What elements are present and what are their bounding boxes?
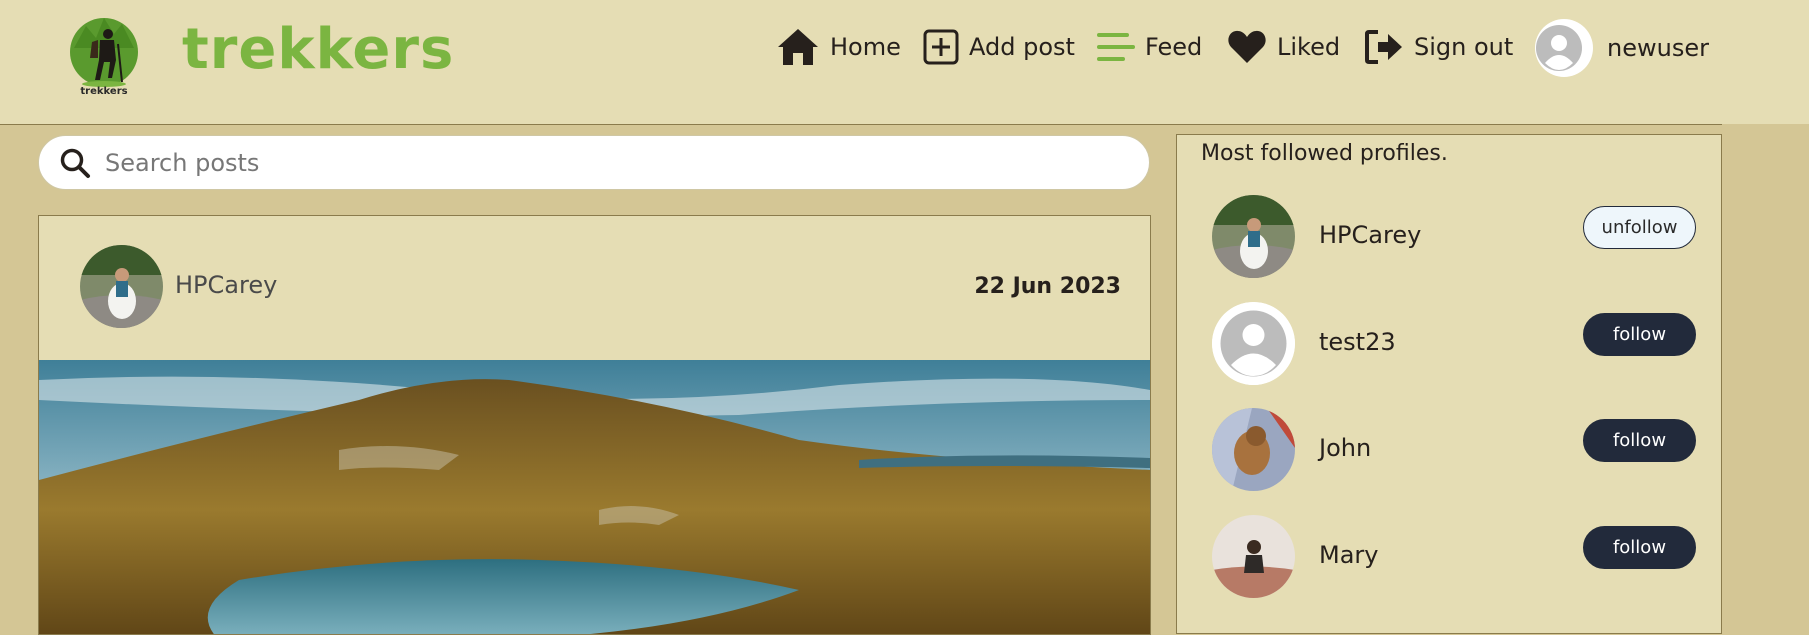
heart-icon [1228,30,1266,63]
profile-photo [1212,408,1295,491]
most-followed-sidebar: Most followed profiles. HPCarey unfollow [1176,134,1722,634]
logo-caption: trekkers [80,86,128,97]
avatar-icon [1212,302,1295,385]
post-card: HPCarey 22 Jun 2023 [38,215,1151,635]
nav-user-profile[interactable]: newuser [1535,18,1709,78]
search-bar [38,135,1150,190]
profile-name[interactable]: John [1319,434,1371,462]
nav-liked[interactable]: Liked [1227,24,1340,70]
profile-photo [1212,515,1295,598]
post-image[interactable] [39,360,1150,635]
nav-home[interactable]: Home [776,24,901,70]
profile-avatar[interactable] [1212,302,1295,385]
author-photo [80,245,163,328]
profile-name[interactable]: HPCarey [1319,221,1421,249]
profile-avatar[interactable] [1212,195,1295,278]
post-author-avatar[interactable] [80,245,163,328]
nav-add-post-label: Add post [969,33,1075,61]
home-icon [778,29,818,65]
page-margin [1722,124,1809,614]
unfollow-button[interactable]: unfollow [1583,206,1696,249]
profile-row: John follow [1177,408,1721,498]
profile-avatar[interactable] [1212,408,1295,491]
nav-liked-label: Liked [1277,33,1341,61]
nav-sign-out[interactable]: Sign out [1364,24,1513,70]
follow-button[interactable]: follow [1583,526,1696,569]
profile-avatar[interactable] [1212,515,1295,598]
profile-name[interactable]: Mary [1319,541,1378,569]
profile-row: HPCarey unfollow [1177,195,1721,285]
avatar-icon [1536,25,1582,71]
profile-name[interactable]: test23 [1319,328,1396,356]
nav-username: newuser [1607,34,1709,62]
search-icon [60,148,90,178]
nav-add-post[interactable]: Add post [923,24,1075,70]
nav-home-label: Home [830,33,901,61]
nav-sign-out-label: Sign out [1414,33,1514,61]
brand-name[interactable]: trekkers [182,12,454,88]
follow-button[interactable]: follow [1583,419,1696,462]
profile-row: test23 follow [1177,302,1721,392]
avatar [1535,19,1593,77]
search-input[interactable] [103,147,1067,178]
profile-row: Mary follow [1177,515,1721,605]
follow-button[interactable]: follow [1583,313,1696,356]
nav-feed[interactable]: Feed [1097,24,1202,70]
nav-feed-label: Feed [1145,33,1203,61]
sidebar-title: Most followed profiles. [1201,141,1448,166]
sign-out-icon [1365,30,1402,64]
add-post-icon [923,29,959,65]
profile-photo [1212,195,1295,278]
navbar: trekkers trekkers Home Add post Feed Lik… [0,0,1809,125]
feed-icon [1097,33,1135,61]
post-author-name[interactable]: HPCarey [175,271,277,299]
post-date: 22 Jun 2023 [974,274,1121,299]
